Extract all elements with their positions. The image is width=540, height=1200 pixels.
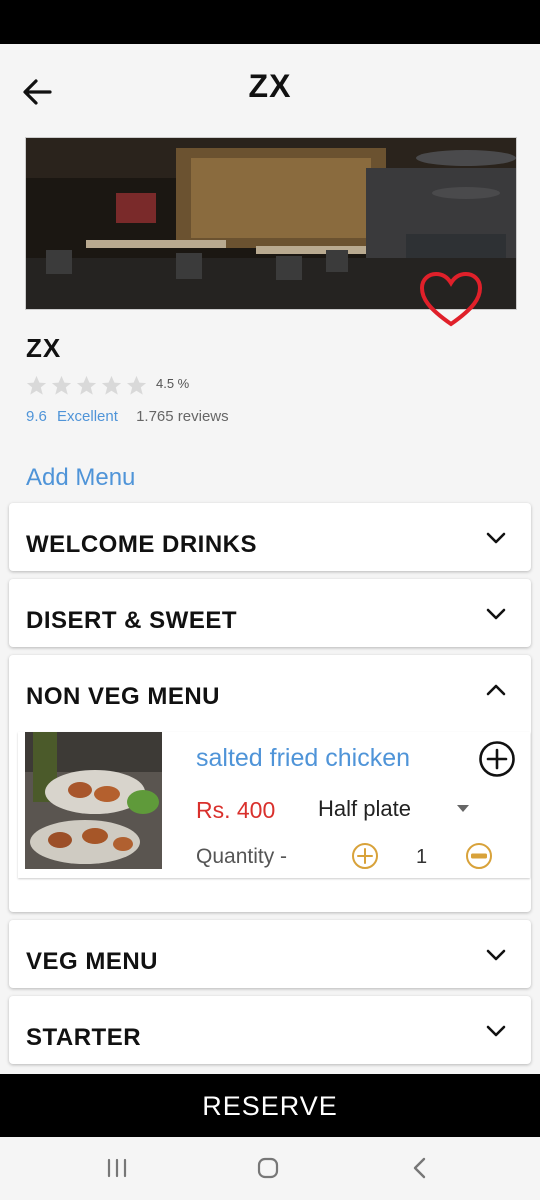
portion-value: Half plate xyxy=(318,796,411,821)
menu-item-name: salted fried chicken xyxy=(196,744,411,772)
chevron-down-icon xyxy=(486,949,506,961)
add-menu-link[interactable]: Add Menu xyxy=(26,464,135,492)
back-icon xyxy=(413,1157,426,1179)
star-icon xyxy=(126,375,147,395)
menu-section-header[interactable]: WELCOME DRINKS xyxy=(9,503,531,571)
heart-icon xyxy=(419,271,483,327)
chevron-down-icon xyxy=(486,1025,506,1037)
home-icon xyxy=(257,1157,279,1179)
menu-item-photo xyxy=(25,732,162,869)
review-count: 1.765 reviews xyxy=(136,408,229,425)
star-icon xyxy=(101,375,122,395)
menu-section-header[interactable]: DISERT & SWEET xyxy=(9,579,531,647)
chevron-down-icon xyxy=(486,608,506,620)
restaurant-name: ZX xyxy=(26,333,62,363)
quantity-label: Quantity - xyxy=(196,845,288,868)
plus-circle-icon xyxy=(352,843,378,869)
menu-section-header[interactable]: NON VEG MENU xyxy=(9,655,531,723)
menu-section-header[interactable]: VEG MENU xyxy=(9,920,531,988)
star-icon xyxy=(76,375,97,395)
quantity-decrease-button[interactable] xyxy=(465,842,493,870)
menu-section-starter: STARTER xyxy=(9,996,531,1064)
minus-circle-icon xyxy=(466,843,492,869)
menu-section-title: DISERT & SWEET xyxy=(26,607,238,634)
chevron-up-icon xyxy=(486,684,506,696)
recent-apps-button[interactable] xyxy=(100,1153,134,1183)
quantity-increase-button[interactable] xyxy=(351,842,379,870)
star-icon xyxy=(26,375,47,395)
rating-percent: 4.5 % xyxy=(156,376,190,391)
reserve-button[interactable]: RESERVE xyxy=(0,1074,540,1137)
score-text: Excellent xyxy=(57,408,118,425)
menu-section-veg: VEG MENU xyxy=(9,920,531,988)
dropdown-arrow-icon xyxy=(457,805,469,812)
menu-item-card: salted fried chicken Rs. 400 Half plate … xyxy=(18,732,530,878)
system-back-button[interactable] xyxy=(403,1153,437,1183)
score-value: 9.6 xyxy=(26,408,47,425)
menu-section-header[interactable]: STARTER xyxy=(9,996,531,1064)
menu-section-title: NON VEG MENU xyxy=(26,683,221,710)
portion-select[interactable]: Half plate xyxy=(318,796,478,826)
favorite-button[interactable] xyxy=(418,270,484,330)
menu-section-title: VEG MENU xyxy=(26,948,159,975)
menu-section-disert-sweet: DISERT & SWEET xyxy=(9,579,531,647)
home-button[interactable] xyxy=(251,1153,285,1183)
system-nav-bar xyxy=(0,1137,540,1200)
menu-section-welcome-drinks: WELCOME DRINKS xyxy=(9,503,531,571)
quantity-value: 1 xyxy=(416,846,428,868)
page-title: ZX xyxy=(248,68,292,104)
app-header: ZX xyxy=(0,44,540,136)
reserve-label: RESERVE xyxy=(202,1091,338,1121)
menu-section-title: STARTER xyxy=(26,1024,142,1051)
chevron-down-icon xyxy=(486,532,506,544)
menu-section-title: WELCOME DRINKS xyxy=(26,531,257,558)
add-item-button[interactable] xyxy=(478,740,516,778)
menu-item-price: Rs. 400 xyxy=(196,797,276,823)
star-rating[interactable] xyxy=(25,374,148,397)
status-bar xyxy=(0,0,540,44)
score-row: 9.6 Excellent 1.765 reviews xyxy=(26,408,229,425)
recent-apps-icon xyxy=(107,1158,127,1178)
plus-circle-icon xyxy=(479,741,515,777)
star-icon xyxy=(51,375,72,395)
